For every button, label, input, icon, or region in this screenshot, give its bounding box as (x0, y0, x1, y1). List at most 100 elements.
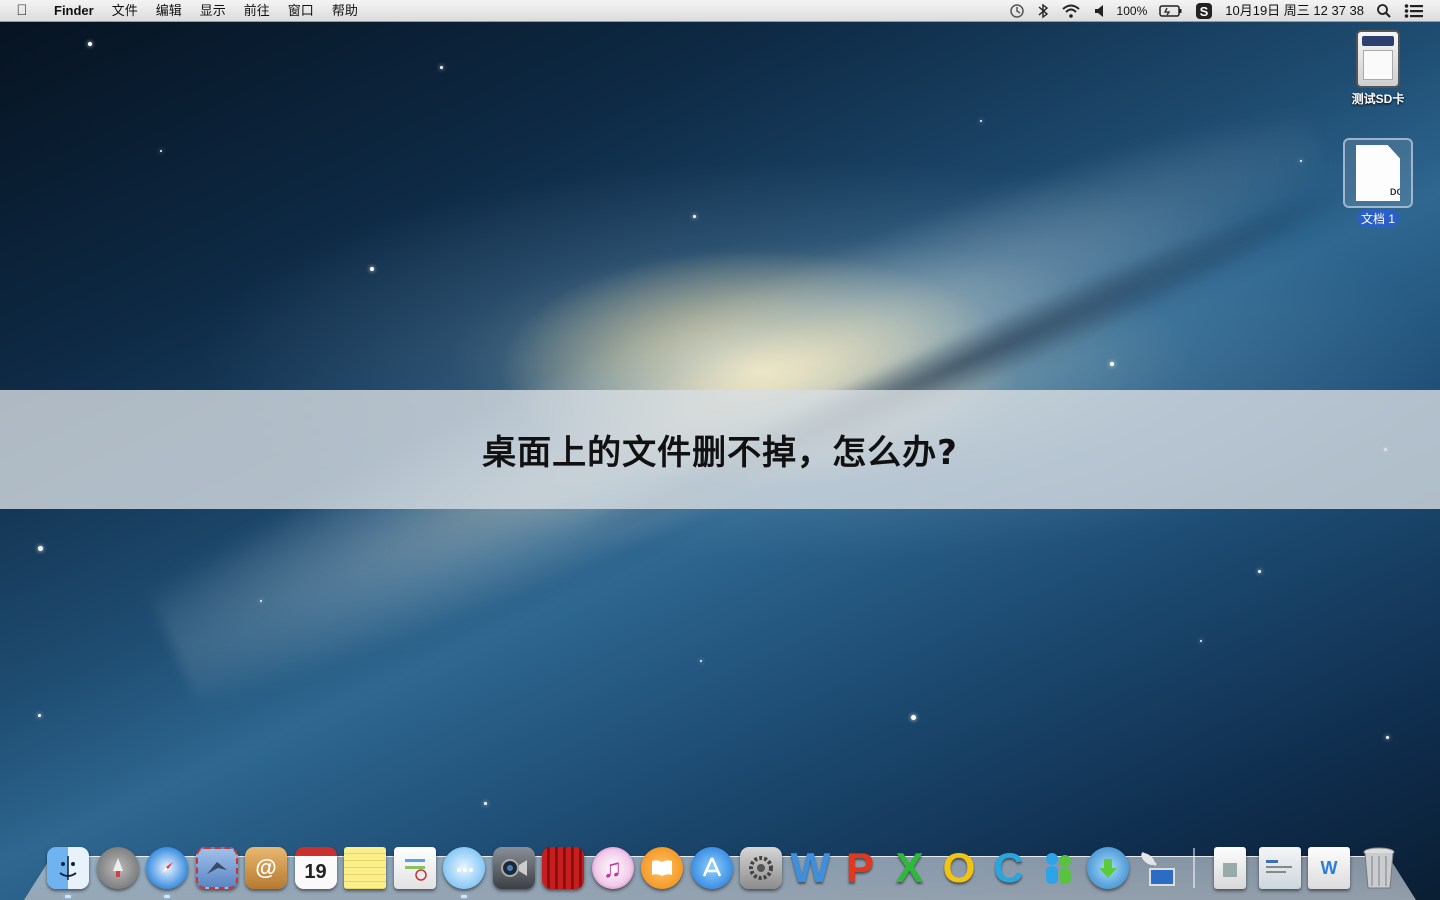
sync-icon[interactable]: S (1189, 2, 1219, 20)
star (160, 150, 162, 152)
running-indicator (461, 895, 467, 898)
dock-item-facetime[interactable] (490, 844, 538, 892)
desktop-icon-sd-card[interactable]: 测试SD卡 (1338, 30, 1418, 108)
dock-item-documents-stack[interactable] (1206, 844, 1254, 892)
desktop-icon-document[interactable]: DOC 文档 1 (1338, 138, 1418, 228)
battery-percent[interactable]: 100% (1111, 0, 1154, 22)
reminders-icon (393, 847, 436, 889)
star (1386, 736, 1389, 739)
dock-item-messenger[interactable] (1034, 844, 1082, 892)
menu-bar:  Finder 文件 编辑 显示 前往 窗口 帮助 100% S 10月19日… (0, 0, 1440, 22)
star (1258, 570, 1261, 573)
word-doc-glyph: W (1320, 857, 1338, 878)
dock-item-contacts[interactable]: @ (242, 844, 290, 892)
communicator-icon: C (993, 844, 1024, 891)
messenger-icon (1037, 847, 1079, 889)
dock-item-communicator[interactable]: C (985, 844, 1033, 892)
documents-stack-icon (1214, 847, 1246, 889)
calendar-icon: 19 (294, 847, 337, 889)
contacts-glyph: @ (255, 855, 277, 880)
desktop-icon-label: 文档 1 (1356, 210, 1399, 227)
svg-text:S: S (1200, 4, 1209, 19)
trash-icon (1358, 847, 1400, 889)
itunes-icon: ♫ (591, 847, 634, 889)
messages-icon (443, 847, 485, 889)
dock-item-itunes[interactable]: ♫ (589, 844, 637, 892)
dock-item-ibooks[interactable] (638, 844, 686, 892)
volume-icon[interactable] (1087, 3, 1111, 19)
wifi-icon[interactable] (1055, 3, 1087, 19)
app-store-icon (690, 847, 733, 889)
apple-icon[interactable]:  (0, 2, 44, 19)
dock-item-messages[interactable] (440, 844, 488, 898)
running-indicator (65, 895, 71, 898)
document-page: DOC (1356, 145, 1400, 201)
menu-file[interactable]: 文件 (103, 0, 147, 22)
menu-view[interactable]: 显示 (191, 0, 235, 22)
star (980, 120, 982, 122)
running-indicator (164, 895, 170, 898)
downloader-icon (1086, 847, 1129, 889)
dock-item-photo-booth[interactable] (539, 844, 587, 892)
word-icon: W (790, 844, 831, 891)
dock-item-reminders[interactable] (391, 844, 439, 892)
menu-window[interactable]: 窗口 (279, 0, 323, 22)
finder-icon (47, 847, 89, 889)
menu-go[interactable]: 前往 (235, 0, 279, 22)
star (260, 600, 262, 602)
clock-datetime[interactable]: 10月19日 周三 12 37 38 (1219, 0, 1370, 22)
title-banner: 桌面上的文件删不掉，怎么办? (0, 390, 1440, 509)
dock-item-notes[interactable] (341, 844, 389, 892)
desktop-icon-label: 测试SD卡 (1351, 92, 1405, 106)
dock-item-mail[interactable] (193, 844, 241, 892)
photo-booth-icon (542, 847, 584, 889)
star (1200, 640, 1202, 642)
star (38, 714, 41, 717)
dock-item-word[interactable]: W (787, 844, 835, 892)
document-icon: DOC (1343, 138, 1413, 208)
menu-finder[interactable]: Finder (44, 0, 103, 22)
battery-icon[interactable] (1153, 4, 1189, 18)
dock-item-outlook[interactable]: O (935, 844, 983, 892)
menu-edit[interactable]: 编辑 (147, 0, 191, 22)
dock-item-downloader[interactable] (1084, 844, 1132, 892)
sd-card-body (1363, 50, 1393, 80)
dock-separator (1192, 848, 1195, 888)
dock-item-system-preferences[interactable] (737, 844, 785, 892)
bluetooth-icon[interactable] (1031, 3, 1055, 19)
sd-card-icon (1356, 30, 1400, 88)
dock-item-app-store[interactable] (688, 844, 736, 892)
system-preferences-icon (740, 847, 782, 889)
notes-icon (344, 847, 386, 889)
sd-card-stripe (1362, 36, 1394, 46)
spotlight-icon[interactable] (1370, 3, 1398, 19)
mail-icon (195, 847, 238, 889)
dock-item-word-doc-stack[interactable]: W (1305, 844, 1353, 892)
dock-item-powerpoint[interactable]: P (836, 844, 884, 892)
outlook-icon: O (942, 844, 976, 891)
star (370, 267, 374, 271)
dock-item-launchpad[interactable] (94, 844, 142, 892)
star (38, 546, 43, 551)
dock-item-calendar[interactable]: 19 (292, 844, 340, 892)
menu-help[interactable]: 帮助 (323, 0, 367, 22)
dock-item-remote-desktop[interactable] (1133, 844, 1181, 892)
time-machine-icon[interactable] (1003, 3, 1031, 19)
star (1300, 160, 1302, 162)
remote-desktop-icon (1136, 847, 1178, 889)
star (911, 715, 916, 720)
star (484, 802, 487, 805)
dock: @ 19 ♫ W P X O C W (44, 838, 1403, 898)
dock-item-safari[interactable] (143, 844, 191, 898)
contacts-icon: @ (245, 847, 287, 889)
dock-item-finder[interactable] (44, 844, 92, 898)
star (1110, 362, 1114, 366)
document-extension: DOC (1390, 187, 1410, 197)
dock-item-trash[interactable] (1355, 844, 1403, 892)
calendar-day: 19 (304, 860, 327, 883)
dock-item-screenshots-stack[interactable] (1256, 844, 1304, 892)
notification-center-icon[interactable] (1398, 3, 1430, 19)
star (693, 215, 696, 218)
dock-item-excel[interactable]: X (886, 844, 934, 892)
word-doc-stack-icon: W (1308, 847, 1350, 889)
